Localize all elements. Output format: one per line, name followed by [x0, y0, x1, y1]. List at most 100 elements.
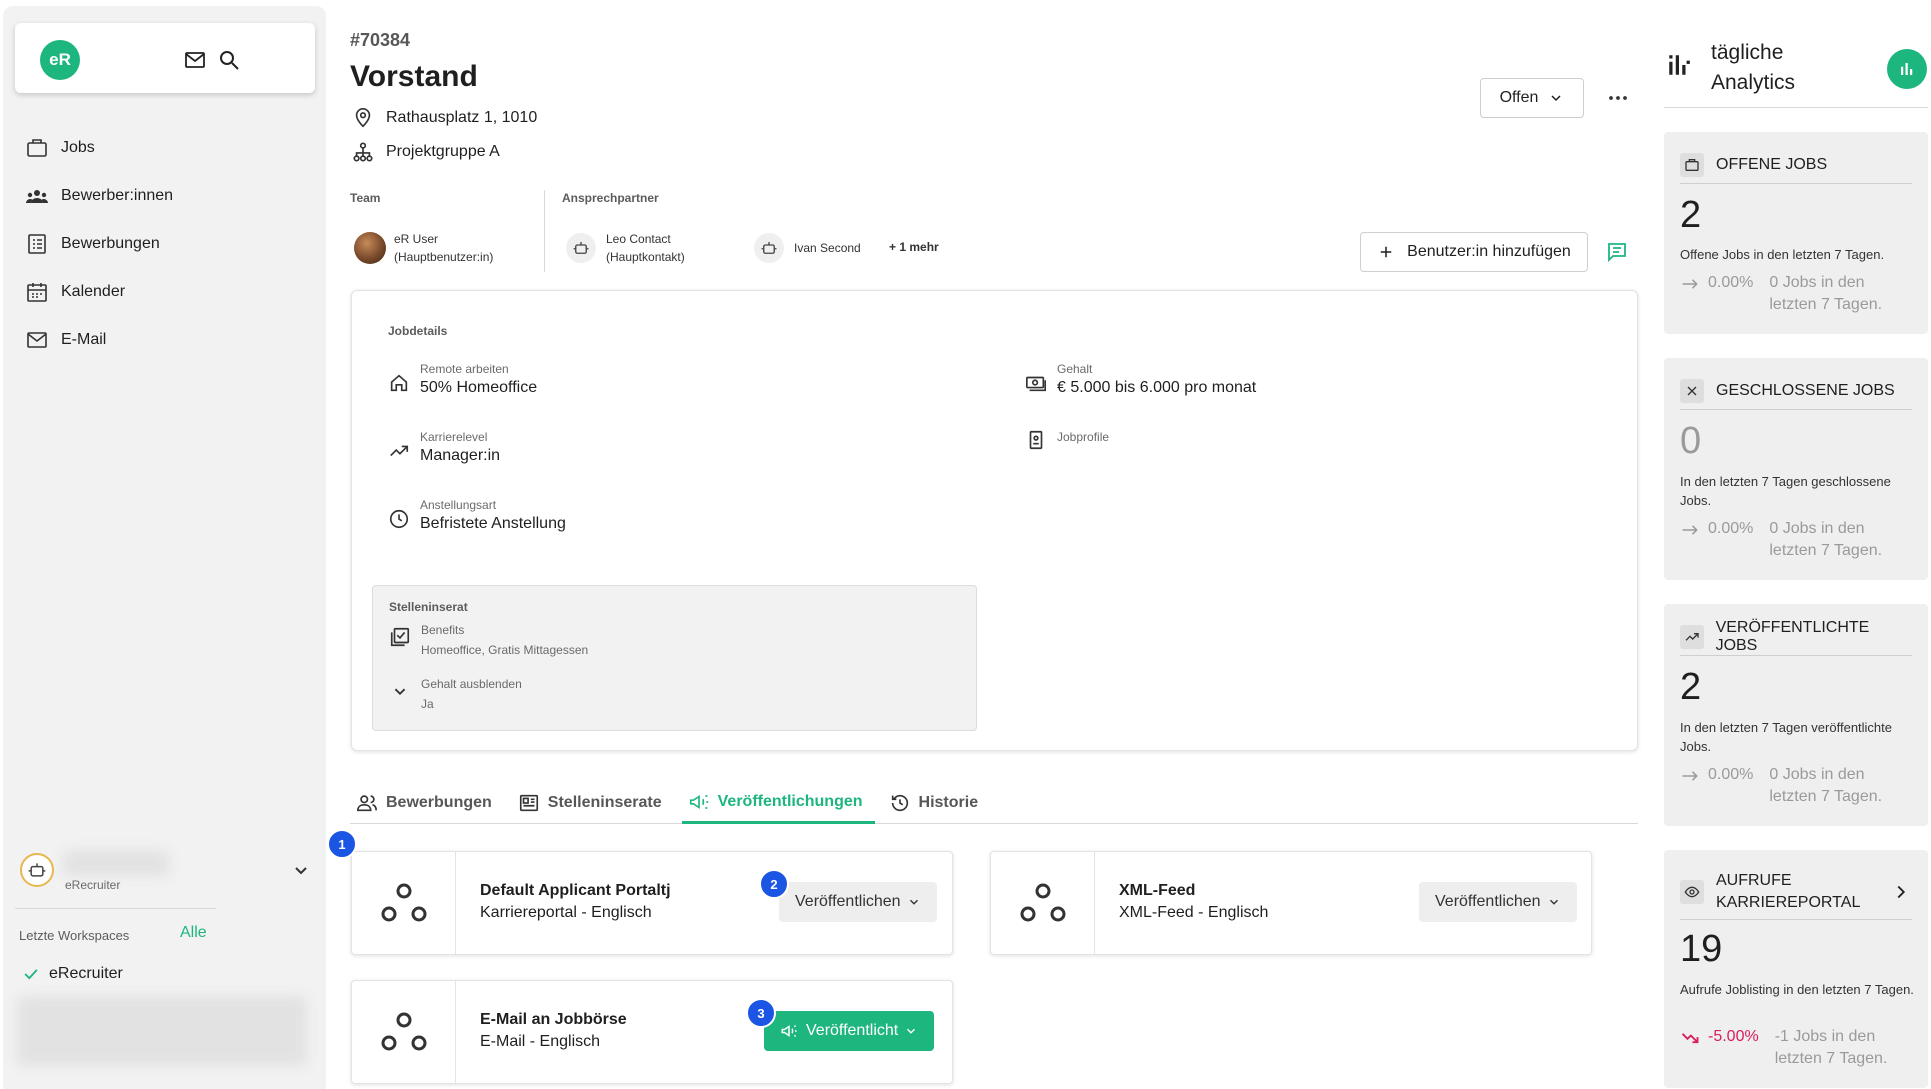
publication-card: XML-Feed XML-Feed - Englisch Veröffentli…	[990, 851, 1592, 955]
nav-item-email[interactable]: E-Mail	[3, 316, 326, 364]
tab-publications[interactable]: Veröffentlichungen	[681, 782, 875, 824]
people-outline-icon	[356, 792, 378, 814]
analytics-number: 2	[1680, 666, 1702, 708]
step-badge: 1	[327, 829, 357, 859]
detail-value: Befristete Anstellung	[420, 515, 566, 532]
nav-item-calendar[interactable]: Kalender	[3, 268, 326, 316]
analytics-title: tägliche Analytics	[1711, 41, 1796, 94]
posting-title: Stelleninserat	[389, 600, 468, 614]
publish-button-label: Veröffentlichen	[795, 893, 901, 910]
chevron-down-icon	[907, 895, 921, 909]
status-label: Offen	[1499, 89, 1539, 106]
more-options-icon[interactable]	[1604, 84, 1632, 112]
robot-icon	[28, 863, 46, 877]
divider	[15, 908, 216, 909]
detail-label: Remote arbeiten	[420, 362, 509, 376]
recent-workspace-label: eRecruiter	[49, 965, 123, 982]
workspace-avatar	[20, 853, 54, 887]
logo[interactable]: eR	[40, 40, 80, 80]
chevron-down-icon[interactable]	[389, 680, 411, 702]
add-user-button[interactable]: Benutzer:in hinzufügen	[1360, 232, 1588, 272]
avatar	[566, 233, 596, 263]
home-icon	[388, 372, 410, 394]
analytics-trend: -5.00% -1 Jobs in den letzten 7 Tagen.	[1680, 1026, 1895, 1070]
avatar	[354, 232, 386, 264]
job-tabs: Bewerbungen Stelleninserate Veröffentlic…	[350, 782, 1638, 824]
status-dropdown[interactable]: Offen	[1480, 78, 1584, 118]
analytics-card-closed-jobs: GESCHLOSSENE JOBS 0 In den letzten 7 Tag…	[1664, 358, 1928, 580]
trending-up-icon	[388, 440, 410, 462]
analytics-percent: 0.00%	[1708, 274, 1754, 291]
close-icon	[1680, 378, 1704, 403]
job-id: #70384	[350, 30, 411, 50]
contact-person[interactable]: Ivan Second	[754, 233, 861, 263]
publication-name: E-Mail an Jobbörse	[480, 1011, 627, 1028]
recent-workspace-item[interactable]: eRecruiter	[21, 964, 123, 984]
recent-workspaces-label: Letzte Workspaces	[19, 928, 130, 943]
mail-icon[interactable]	[183, 48, 207, 72]
detail-value: Manager:in	[420, 447, 501, 464]
analytics-card-career-portal-views[interactable]: AUFRUFE KARRIEREPORTAL 19 Aufrufe Joblis…	[1664, 850, 1928, 1088]
publication-card: Default Applicant Portaltj Karriereporta…	[351, 851, 953, 955]
member-role: (Hauptbenutzer:in)	[394, 250, 494, 264]
tab-applications[interactable]: Bewerbungen	[350, 782, 504, 824]
detail-salary: Gehalt € 5.000 bis 6.000 pro monat	[1025, 361, 1256, 399]
robot-icon	[573, 242, 589, 254]
team-member[interactable]: eR User (Hauptbenutzer:in)	[354, 230, 493, 266]
job-address-text: Rathausplatz 1, 1010	[386, 109, 538, 126]
clock-icon	[388, 508, 410, 530]
contact-person[interactable]: Leo Contact (Hauptkontakt)	[566, 230, 685, 266]
publish-button[interactable]: Veröffentlichen	[779, 882, 937, 922]
publish-button-label: Veröffentlichen	[1435, 893, 1541, 910]
main-nav: Jobs Bewerber:innen Bewerbungen Kalender…	[3, 124, 326, 364]
job-posting-box: Stelleninserat Benefits Homeoffice, Grati…	[372, 585, 977, 731]
analytics-percent: -5.00%	[1708, 1028, 1759, 1045]
briefcase-icon	[1680, 152, 1704, 177]
arrow-right-icon	[1680, 766, 1700, 786]
posting-hide-salary[interactable]: Gehalt ausblenden Ja	[389, 674, 522, 714]
contact-name: Leo Contact	[606, 232, 671, 246]
analytics-number: 2	[1680, 194, 1702, 236]
nav-item-jobs[interactable]: Jobs	[3, 124, 326, 172]
tab-label: Veröffentlichungen	[717, 792, 863, 810]
analytics-card-title: OFFENE JOBS	[1716, 155, 1828, 173]
publication-icon-cell	[352, 852, 456, 954]
job-address: Rathausplatz 1, 1010	[352, 107, 537, 129]
analytics-button[interactable]	[1887, 49, 1927, 89]
nav-item-label: Kalender	[61, 283, 126, 300]
team-label: Team	[350, 191, 381, 205]
publish-button[interactable]: Veröffentlichen	[1419, 882, 1577, 922]
comment-icon[interactable]	[1605, 240, 1629, 264]
tab-job-postings[interactable]: Stelleninserate	[512, 782, 674, 824]
posting-value: Homeoffice, Gratis Mittagessen	[421, 643, 589, 657]
workspace-switcher[interactable]: eRecruiter	[15, 846, 315, 896]
analytics-number: 0	[1680, 420, 1702, 462]
nav-item-applications[interactable]: Bewerbungen	[3, 220, 326, 268]
publication-subtitle: E-Mail - Englisch	[480, 1033, 601, 1050]
job-details-card: Jobdetails Remote arbeiten 50% Homeoffice…	[351, 290, 1638, 751]
search-icon[interactable]	[217, 48, 241, 72]
chevron-down-icon[interactable]	[289, 858, 313, 882]
publication-icon-cell	[352, 981, 456, 1083]
posting-label: Benefits	[421, 623, 465, 637]
recent-all-link[interactable]: Alle	[180, 924, 207, 942]
org-chart-icon	[352, 141, 374, 163]
channel-icon	[381, 883, 426, 922]
detail-career-level: Karrierelevel Manager:in	[388, 429, 500, 467]
analytics-description: Offene Jobs in den letzten 7 Tagen.	[1680, 247, 1885, 262]
analytics-trend: 0.00% 0 Jobs in den letzten 7 Tagen.	[1680, 764, 1889, 808]
briefcase-icon	[25, 136, 49, 160]
eye-icon	[1680, 879, 1704, 904]
step-badge: 3	[746, 998, 776, 1028]
detail-remote: Remote arbeiten 50% Homeoffice	[388, 361, 537, 399]
chevron-right-icon[interactable]	[1890, 881, 1912, 903]
published-button[interactable]: Veröffentlicht	[764, 1011, 935, 1051]
nav-item-candidates[interactable]: Bewerber:innen	[3, 172, 326, 220]
nav-item-label: Jobs	[61, 139, 95, 156]
contacts-label: Ansprechpartner	[562, 191, 659, 205]
megaphone-icon	[780, 1022, 798, 1040]
nav-item-label: E-Mail	[61, 331, 107, 348]
more-contacts-link[interactable]: + 1 mehr	[889, 240, 939, 254]
history-icon	[889, 792, 911, 814]
tab-history[interactable]: Historie	[883, 782, 991, 824]
